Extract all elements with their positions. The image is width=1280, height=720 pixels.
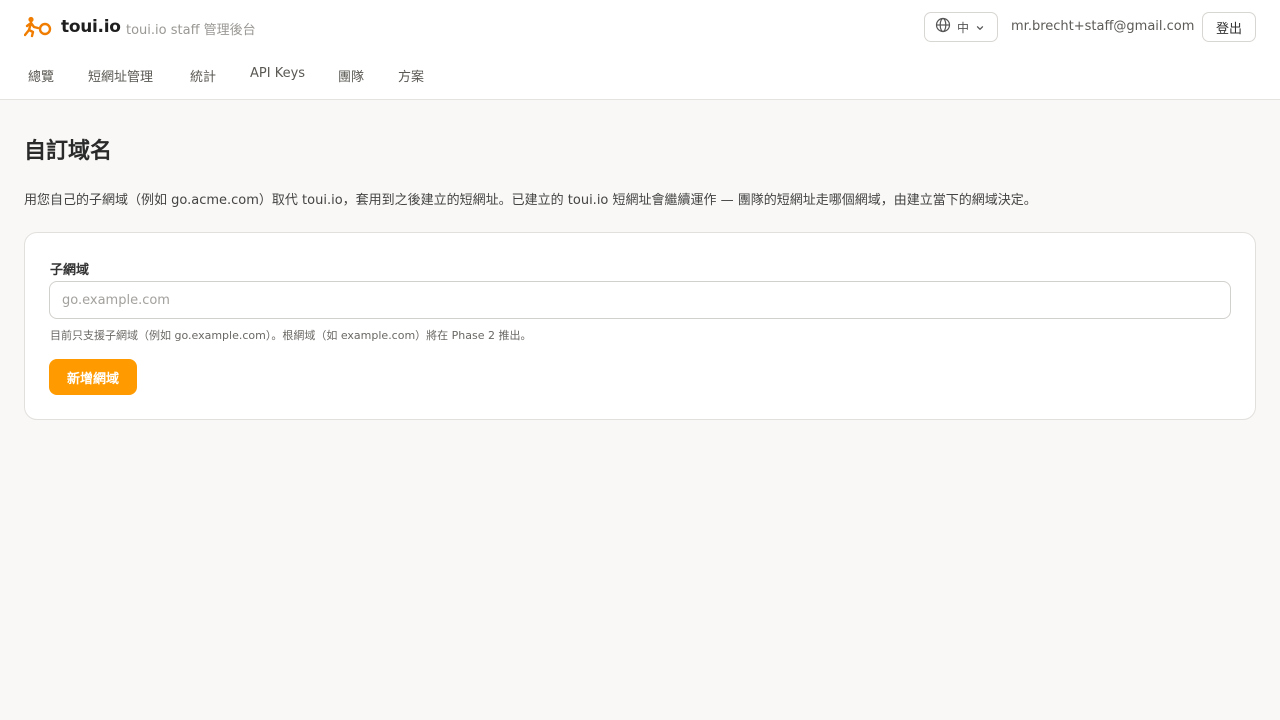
page-description: 用您自己的子網域（例如 go.acme.com）取代 toui.io，套用到之後…	[24, 193, 1037, 208]
nav-item-api-keys[interactable]: API Keys	[250, 66, 305, 81]
nav-item-short-links[interactable]: 短網址管理	[88, 66, 153, 85]
nav-item-team[interactable]: 團隊	[338, 66, 364, 85]
top-header: toui.io toui.io staff 管理後台 中 mr.brecht+s…	[0, 0, 1280, 100]
subdomain-label: 子網域	[50, 263, 90, 278]
toui-logo-icon[interactable]	[24, 16, 52, 38]
nav-item-plans[interactable]: 方案	[398, 66, 424, 85]
user-email: mr.brecht+staff@gmail.com	[1011, 19, 1195, 34]
language-label: 中	[957, 20, 970, 35]
domain-form-card: 子網域 目前只支援子網域（例如 go.example.com）。根網域（如 ex…	[24, 232, 1256, 420]
globe-icon	[935, 17, 951, 37]
subdomain-input[interactable]	[49, 281, 1231, 319]
language-switcher[interactable]: 中	[924, 12, 998, 42]
subdomain-hint: 目前只支援子網域（例如 go.example.com）。根網域（如 exampl…	[50, 329, 532, 342]
logout-button[interactable]: 登出	[1202, 12, 1256, 42]
brand-name[interactable]: toui.io	[61, 17, 121, 37]
nav-item-overview[interactable]: 總覽	[28, 66, 54, 85]
add-domain-button[interactable]: 新增網域	[49, 359, 137, 395]
admin-subtitle: toui.io staff 管理後台	[126, 23, 256, 38]
nav-item-stats[interactable]: 統計	[190, 66, 216, 85]
chevron-down-icon	[975, 18, 985, 37]
page-title: 自訂域名	[24, 139, 113, 164]
